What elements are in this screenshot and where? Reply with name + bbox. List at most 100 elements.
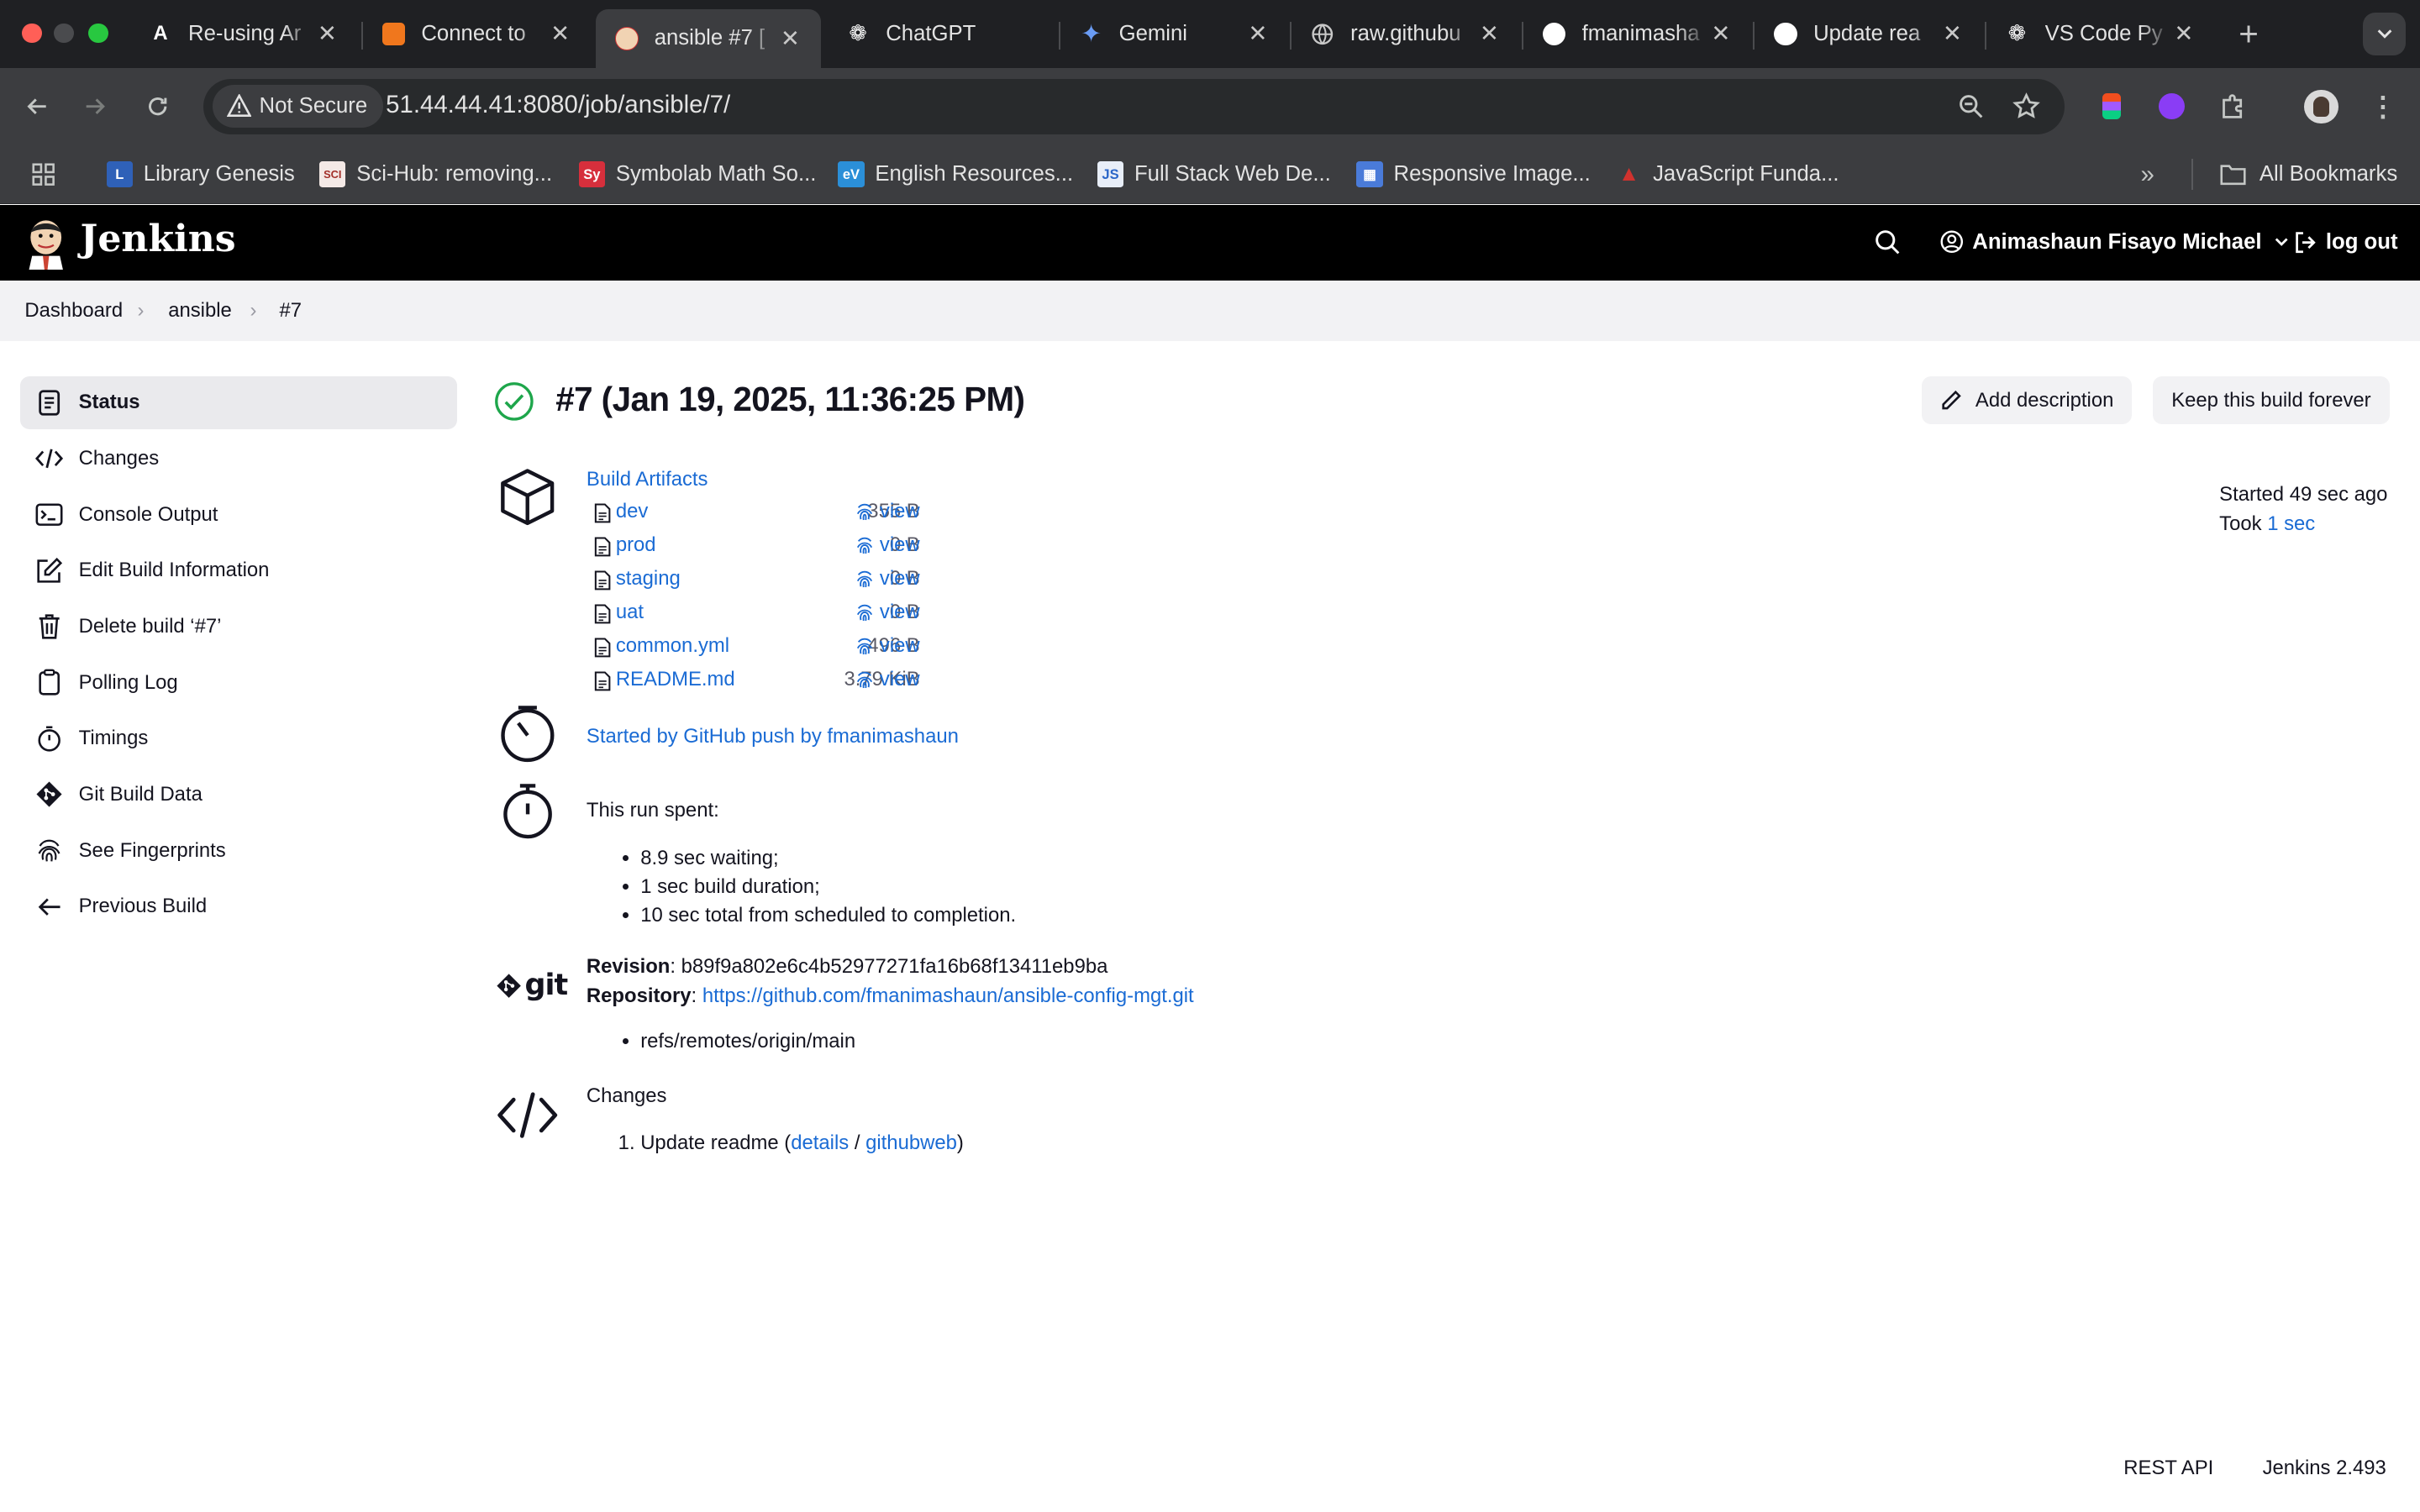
sidebar-item-polling-log[interactable]: Polling Log xyxy=(20,656,457,708)
list-item: 8.9 sec waiting; xyxy=(640,844,1016,873)
orange-app-icon xyxy=(381,22,406,46)
sidebar-item-previous-build[interactable]: Previous Build xyxy=(20,880,457,932)
artifact-name-link[interactable]: dev xyxy=(616,500,648,523)
security-badge[interactable]: Not Secure xyxy=(213,85,383,129)
zoom-button[interactable] xyxy=(1949,85,1992,128)
artifact-view-link[interactable]: view xyxy=(855,668,920,691)
browser-tab[interactable]: Connect to ✕ xyxy=(363,9,592,59)
artifact-name-link[interactable]: README.md xyxy=(616,668,735,691)
extensions-puzzle-icon[interactable] xyxy=(2212,85,2254,128)
artifact-name-link[interactable]: staging xyxy=(616,567,681,591)
rest-api-link[interactable]: REST API xyxy=(2123,1457,2213,1480)
bookmark-english-resources[interactable]: eV English Resources... xyxy=(838,159,1073,190)
breadcrumb-dashboard[interactable]: Dashboard xyxy=(24,299,123,323)
openai-icon: ❁ xyxy=(2007,22,2027,46)
browser-tab[interactable]: A Re-using Ar ✕ xyxy=(129,9,358,59)
jenkins-version[interactable]: Jenkins 2.493 xyxy=(2263,1457,2386,1480)
bookmark-javascript-funda[interactable]: ▲ JavaScript Funda... xyxy=(1616,159,1839,190)
bookmark-library-genesis[interactable]: L Library Genesis xyxy=(106,159,295,190)
logout-link[interactable]: log out xyxy=(2293,230,2398,255)
github-icon xyxy=(1542,22,1566,46)
artifact-view-link[interactable]: view xyxy=(855,533,920,557)
bookmark-star-button[interactable] xyxy=(2005,85,2048,128)
artifact-name-link[interactable]: common.yml xyxy=(616,634,729,658)
sidebar-item-see-fingerprints[interactable]: See Fingerprints xyxy=(20,824,457,876)
reload-icon xyxy=(148,97,166,116)
browser-tab[interactable]: ✦ Gemini ✕ xyxy=(1060,9,1289,59)
sidebar-item-timings[interactable]: Timings xyxy=(20,712,457,764)
chevron-double-right-icon[interactable]: » xyxy=(2141,159,2154,190)
browser-tab[interactable]: Update rea ✕ xyxy=(1754,9,1983,59)
sidebar-item-git-build-data[interactable]: Git Build Data xyxy=(20,769,457,821)
tab-search-button[interactable] xyxy=(2362,12,2407,56)
browser-tab-active[interactable]: ansible #7 [ ✕ xyxy=(595,9,822,68)
close-tab-icon[interactable]: ✕ xyxy=(1477,20,1502,47)
jenkins-logo-icon[interactable] xyxy=(24,214,67,270)
side-panel: Status Changes Console Output Edit Build… xyxy=(19,376,457,937)
browser-tab[interactable]: ❁ VS Code Py ✕ xyxy=(1986,9,2215,59)
bookmark-symbolab[interactable]: Sy Symbolab Math So... xyxy=(578,159,816,190)
bookmark-full-stack[interactable]: JS Full Stack Web De... xyxy=(1097,159,1331,190)
apps-grid-icon[interactable] xyxy=(31,159,55,190)
profile-avatar[interactable] xyxy=(2300,85,2343,128)
build-artifacts-link[interactable]: Build Artifacts xyxy=(587,468,708,491)
search-icon[interactable] xyxy=(1874,228,1902,256)
close-tab-icon[interactable]: ✕ xyxy=(548,20,572,47)
started-time: Started 49 sec ago xyxy=(2219,482,2388,506)
maximize-window-button[interactable] xyxy=(87,23,108,44)
sidebar-item-status[interactable]: Status xyxy=(19,376,457,429)
sidebar-item-delete-build[interactable]: Delete build ‘#7’ xyxy=(20,601,457,653)
artifact-name-link[interactable]: uat xyxy=(616,601,644,624)
artifact-view-link[interactable]: view xyxy=(855,601,920,624)
close-window-button[interactable] xyxy=(21,23,42,44)
bookmark-sci-hub[interactable]: SCI Sci-Hub: removing... xyxy=(319,159,552,190)
close-tab-icon[interactable]: ✕ xyxy=(778,25,802,52)
change-githubweb-link[interactable]: githubweb xyxy=(865,1131,957,1154)
reload-button[interactable] xyxy=(136,85,179,128)
close-tab-icon[interactable]: ✕ xyxy=(2171,20,2196,47)
took-duration-link[interactable]: 1 sec xyxy=(2267,512,2315,535)
chevron-down-icon xyxy=(2275,238,2288,246)
browser-tab[interactable]: fmanimasha ✕ xyxy=(1523,9,1752,59)
arrow-left-icon xyxy=(35,893,63,921)
keep-build-forever-button[interactable]: Keep this build forever xyxy=(2153,376,2390,425)
close-tab-icon[interactable]: ✕ xyxy=(1708,20,1733,47)
browser-tab[interactable]: raw.githubu ✕ xyxy=(1292,9,1520,59)
new-tab-button[interactable]: + xyxy=(2227,13,2270,55)
sidebar-item-edit-build-information[interactable]: Edit Build Information xyxy=(20,544,457,596)
artifact-view-link[interactable]: view xyxy=(855,567,920,591)
sidebar-item-console-output[interactable]: Console Output xyxy=(20,488,457,540)
all-bookmarks-button[interactable]: All Bookmarks xyxy=(2219,159,2397,190)
add-description-button[interactable]: Add description xyxy=(1921,376,2133,425)
gemini-icon: ✦ xyxy=(1081,19,1102,48)
folder-icon xyxy=(2220,165,2246,185)
logout-icon xyxy=(2296,231,2317,253)
kebab-menu-icon[interactable]: ⋮ xyxy=(2361,85,2404,128)
sidebar-item-changes[interactable]: Changes xyxy=(20,433,457,485)
bookmark-responsive-image[interactable]: ▦ Responsive Image... xyxy=(1356,159,1591,190)
close-tab-icon[interactable]: ✕ xyxy=(1245,20,1270,47)
edit-icon xyxy=(35,557,63,585)
back-button[interactable] xyxy=(15,85,58,128)
artifact-view-link[interactable]: view xyxy=(855,500,920,523)
file-icon xyxy=(594,503,611,523)
close-tab-icon[interactable]: ✕ xyxy=(315,20,339,47)
artifact-view-link[interactable]: view xyxy=(855,634,920,658)
artifact-name-link[interactable]: prod xyxy=(616,533,656,557)
user-menu[interactable]: Animashaun Fisayo Michael xyxy=(1940,230,2290,255)
breadcrumb-build[interactable]: #7 xyxy=(279,299,302,323)
minimize-window-button[interactable] xyxy=(54,23,75,44)
extension-purple-icon[interactable] xyxy=(2150,85,2193,128)
repository-link[interactable]: https://github.com/fmanimashaun/ansible-… xyxy=(702,984,1194,1007)
close-tab-icon[interactable]: ✕ xyxy=(1940,20,1965,47)
address-bar[interactable]: Not Secure 51.44.44.41:8080/job/ansible/… xyxy=(203,78,2065,134)
forward-button[interactable] xyxy=(74,85,117,128)
change-details-link[interactable]: details xyxy=(791,1131,849,1154)
status-icon xyxy=(35,389,63,417)
breadcrumb-ansible[interactable]: ansible xyxy=(168,299,232,323)
browser-tab[interactable]: ❁ ChatGPT ✕ xyxy=(827,9,1055,59)
started-by-link[interactable]: Started by GitHub push by fmanimashaun xyxy=(587,725,959,748)
url-text[interactable]: 51.44.44.41:8080/job/ansible/7/ xyxy=(386,91,730,119)
jenkins-brand[interactable]: Jenkins xyxy=(81,218,236,260)
figma-extension-icon[interactable] xyxy=(2090,85,2133,128)
